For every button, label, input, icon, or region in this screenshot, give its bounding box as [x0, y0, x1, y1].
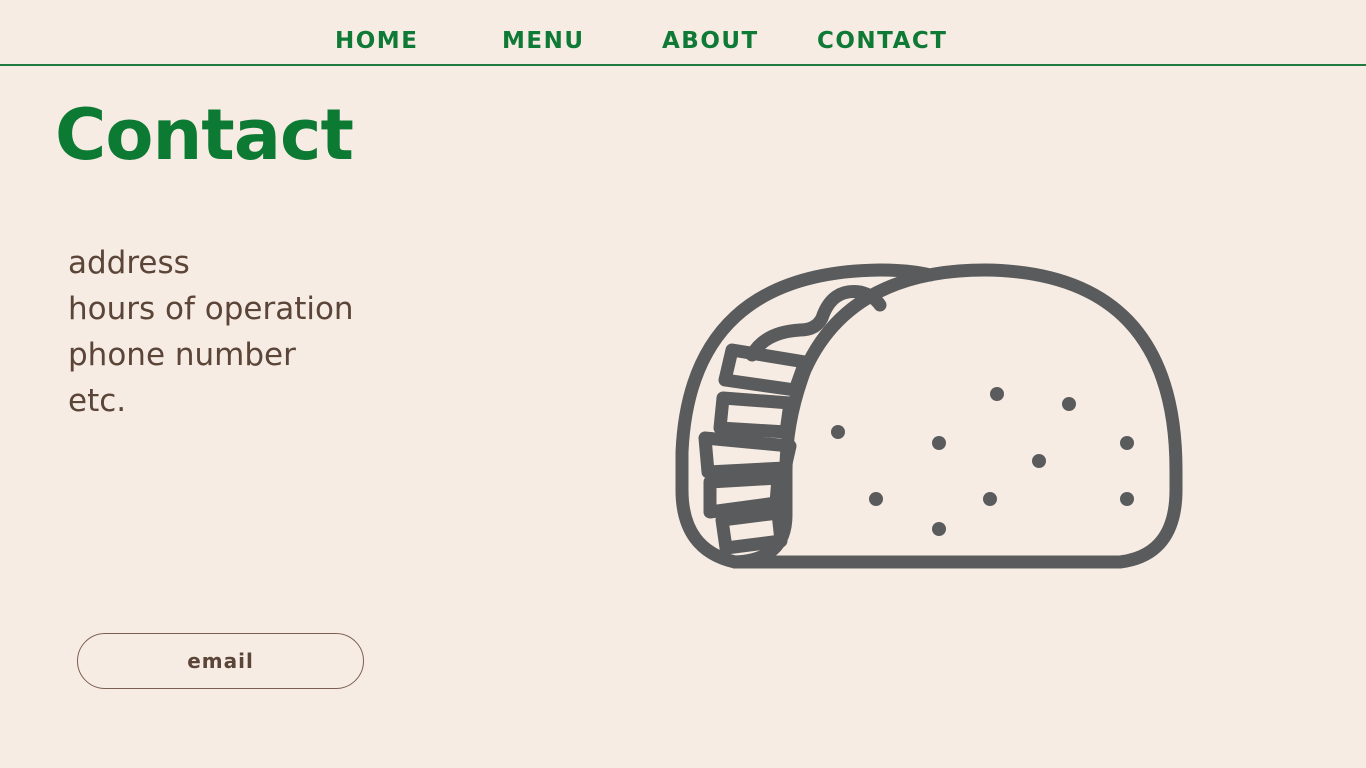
- info-etc: etc.: [68, 383, 127, 419]
- info-phone: phone number: [68, 337, 296, 373]
- email-button[interactable]: email: [77, 633, 364, 689]
- nav-item-contact[interactable]: CONTACT: [817, 27, 947, 55]
- top-navigation: HOME MENU ABOUT CONTACT: [0, 0, 1366, 66]
- info-address: address: [68, 245, 190, 281]
- page-title: Contact: [55, 94, 354, 176]
- info-hours: hours of operation: [68, 291, 354, 327]
- contact-info: address hours of operation phone number …: [68, 240, 354, 424]
- nav-item-home[interactable]: HOME: [335, 27, 418, 55]
- nav-item-menu[interactable]: MENU: [502, 27, 585, 55]
- taco-icon: [675, 263, 1183, 569]
- nav-item-about[interactable]: ABOUT: [662, 27, 759, 55]
- contact-page: HOME MENU ABOUT CONTACT Contact address …: [0, 0, 1366, 768]
